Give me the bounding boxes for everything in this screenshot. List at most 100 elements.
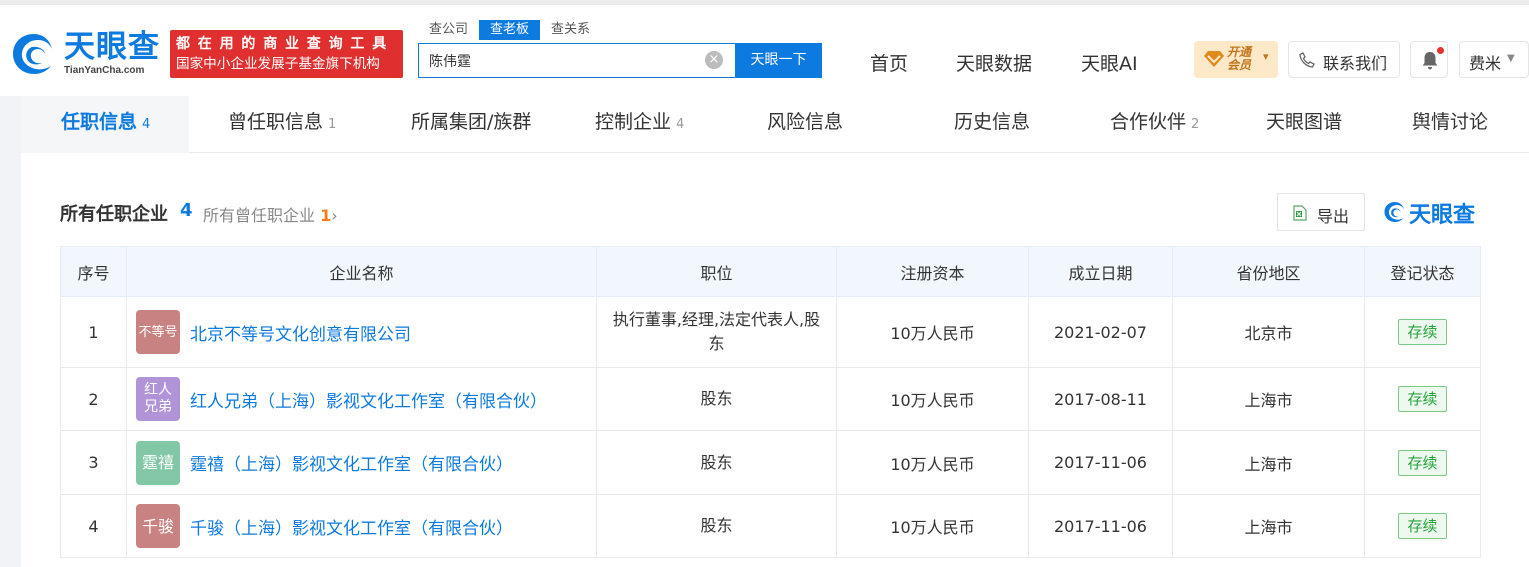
column-header-capital: 注册资本 xyxy=(836,246,1029,297)
column-header-company: 企业名称 xyxy=(126,246,597,297)
logo-text: 天眼查 xyxy=(64,29,160,65)
tab-history[interactable]: 历史信息 xyxy=(954,96,1030,152)
tianyancha-logo-icon xyxy=(1384,202,1404,222)
company-logo[interactable]: 霆禧 xyxy=(136,440,180,485)
region-cell: 北京市 xyxy=(1172,296,1365,368)
tab-count: 2 xyxy=(1191,117,1200,132)
column-header-index: 序号 xyxy=(60,246,127,297)
date-cell: 2017-11-06 xyxy=(1028,430,1173,495)
status-cell: 存续 xyxy=(1364,494,1481,558)
table-row: 1 不等号 北京不等号文化创意有限公司 执行董事,经理,法定代表人,股东 10万… xyxy=(60,296,1481,368)
search-tab-boss[interactable]: 查老板 xyxy=(479,20,541,40)
company-logo[interactable]: 红人兄弟 xyxy=(136,377,180,421)
export-button[interactable]: 导出 xyxy=(1277,193,1365,231)
search-tab-company[interactable]: 查公司 xyxy=(418,20,479,40)
phone-icon xyxy=(1299,52,1315,68)
former-link-count: 1 xyxy=(320,206,332,225)
date-cell: 2021-02-07 xyxy=(1028,296,1173,368)
tab-count: 4 xyxy=(142,117,151,132)
vip-button[interactable]: 开通 会员 ▾ xyxy=(1194,41,1278,78)
search-input[interactable] xyxy=(419,44,719,77)
table-row: 4 千骏 千骏（上海）影视文化工作室（有限合伙） 股东 10万人民币 2017-… xyxy=(60,494,1481,558)
contact-label: 联系我们 xyxy=(1323,54,1388,73)
company-logo[interactable]: 不等号 xyxy=(136,310,180,354)
tab-group[interactable]: 所属集团/族群 xyxy=(411,96,531,152)
chevron-right-icon: › xyxy=(331,206,338,225)
tab-label: 控制企业 xyxy=(595,111,672,133)
region-cell: 上海市 xyxy=(1172,494,1365,558)
search-tab-relation[interactable]: 查关系 xyxy=(540,20,601,40)
tab-label: 所属集团/族群 xyxy=(411,111,532,133)
status-badge: 存续 xyxy=(1398,386,1447,412)
tab-graph[interactable]: 天眼图谱 xyxy=(1266,96,1342,152)
tab-risk[interactable]: 风险信息 xyxy=(767,96,843,152)
status-cell: 存续 xyxy=(1364,367,1481,431)
section-title: 所有任职企业 xyxy=(60,204,168,225)
position-cell: 股东 xyxy=(596,430,837,495)
nav-home[interactable]: 首页 xyxy=(870,49,908,76)
status-badge: 存续 xyxy=(1398,513,1447,539)
tab-label: 舆情讨论 xyxy=(1412,111,1489,133)
company-cell: 霆禧 霆禧（上海）影视文化工作室（有限合伙） xyxy=(126,430,597,495)
capital-cell: 10万人民币 xyxy=(836,367,1029,431)
section-count: 4 xyxy=(180,200,193,221)
tab-label: 风险信息 xyxy=(767,111,844,133)
caret-down-icon: ▾ xyxy=(1263,50,1269,63)
position-cell: 执行董事,经理,法定代表人,股东 xyxy=(596,296,837,368)
slogan-line-1: 都在用的商业查询工具 xyxy=(176,36,394,52)
status-cell: 存续 xyxy=(1364,296,1481,368)
tab-controlled-companies[interactable]: 控制企业 4 xyxy=(595,96,684,152)
chevron-down-icon: ▼ xyxy=(1507,53,1515,64)
tab-label: 曾任职信息 xyxy=(228,111,324,133)
former-positions-link[interactable]: 所有曾任职企业 1› xyxy=(203,202,338,226)
row-index: 1 xyxy=(60,296,127,368)
status-badge: 存续 xyxy=(1398,319,1447,345)
excel-icon xyxy=(1293,205,1307,221)
tab-former-positions[interactable]: 曾任职信息 1 xyxy=(228,96,336,152)
company-name-link[interactable]: 千骏（上海）影视文化工作室（有限合伙） xyxy=(190,514,513,539)
tab-current-positions[interactable]: 任职信息 4 xyxy=(61,96,150,152)
clear-icon[interactable]: × xyxy=(705,51,723,69)
capital-cell: 10万人民币 xyxy=(836,296,1029,368)
table-row: 3 霆禧 霆禧（上海）影视文化工作室（有限合伙） 股东 10万人民币 2017-… xyxy=(60,430,1481,495)
company-cell: 不等号 北京不等号文化创意有限公司 xyxy=(126,296,597,368)
company-name-link[interactable]: 北京不等号文化创意有限公司 xyxy=(190,320,411,345)
date-cell: 2017-11-06 xyxy=(1028,494,1173,558)
contact-us-button[interactable]: 联系我们 xyxy=(1288,41,1400,78)
search-button[interactable]: 天眼一下 xyxy=(735,43,822,78)
tianyancha-watermark: 天眼查 xyxy=(1383,199,1483,228)
notification-dot xyxy=(1437,47,1444,54)
top-header: 天眼查 TianYanCha.com 都在用的商业查询工具 国家中小企业发展子基… xyxy=(0,0,1529,96)
slogan-line-2: 国家中小企业发展子基金旗下机构 xyxy=(176,56,380,72)
nav-ai[interactable]: 天眼AI xyxy=(1081,49,1138,76)
company-name-link[interactable]: 红人兄弟（上海）影视文化工作室（有限合伙） xyxy=(190,387,547,412)
column-header-position: 职位 xyxy=(596,246,837,297)
search-type-tabs: 查公司 查老板 查关系 xyxy=(418,20,601,40)
position-cell: 股东 xyxy=(596,367,837,431)
tianyancha-logo-icon xyxy=(13,34,52,74)
status-badge: 存续 xyxy=(1398,449,1447,476)
company-name-link[interactable]: 霆禧（上海）影视文化工作室（有限合伙） xyxy=(190,450,513,475)
tab-discussion[interactable]: 舆情讨论 xyxy=(1412,96,1488,152)
tab-count: 1 xyxy=(328,117,337,132)
notification-button[interactable] xyxy=(1410,41,1448,78)
capital-cell: 10万人民币 xyxy=(836,430,1029,495)
company-logo[interactable]: 千骏 xyxy=(136,504,180,548)
region-cell: 上海市 xyxy=(1172,367,1365,431)
user-name: 费米 xyxy=(1469,54,1502,73)
search-box: × 天眼一下 xyxy=(418,43,822,78)
table-header-row: 序号 企业名称 职位 注册资本 成立日期 省份地区 登记状态 xyxy=(60,246,1481,297)
user-menu[interactable]: 费米 ▼ xyxy=(1459,41,1529,78)
tianyancha-logo[interactable]: 天眼查 TianYanCha.com xyxy=(10,29,160,79)
column-header-region: 省份地区 xyxy=(1172,246,1365,297)
logo-domain: TianYanCha.com xyxy=(64,65,145,76)
position-cell: 股东 xyxy=(596,494,837,558)
slogan-banner: 都在用的商业查询工具 国家中小企业发展子基金旗下机构 xyxy=(170,30,403,78)
tab-label: 天眼图谱 xyxy=(1266,111,1343,133)
region-cell: 上海市 xyxy=(1172,430,1365,495)
nav-data[interactable]: 天眼数据 xyxy=(956,49,1032,76)
tab-partners[interactable]: 合作伙伴 2 xyxy=(1110,96,1199,152)
vip-label: 开通 会员 xyxy=(1227,46,1251,72)
bell-icon xyxy=(1422,52,1438,70)
export-label: 导出 xyxy=(1317,207,1350,226)
